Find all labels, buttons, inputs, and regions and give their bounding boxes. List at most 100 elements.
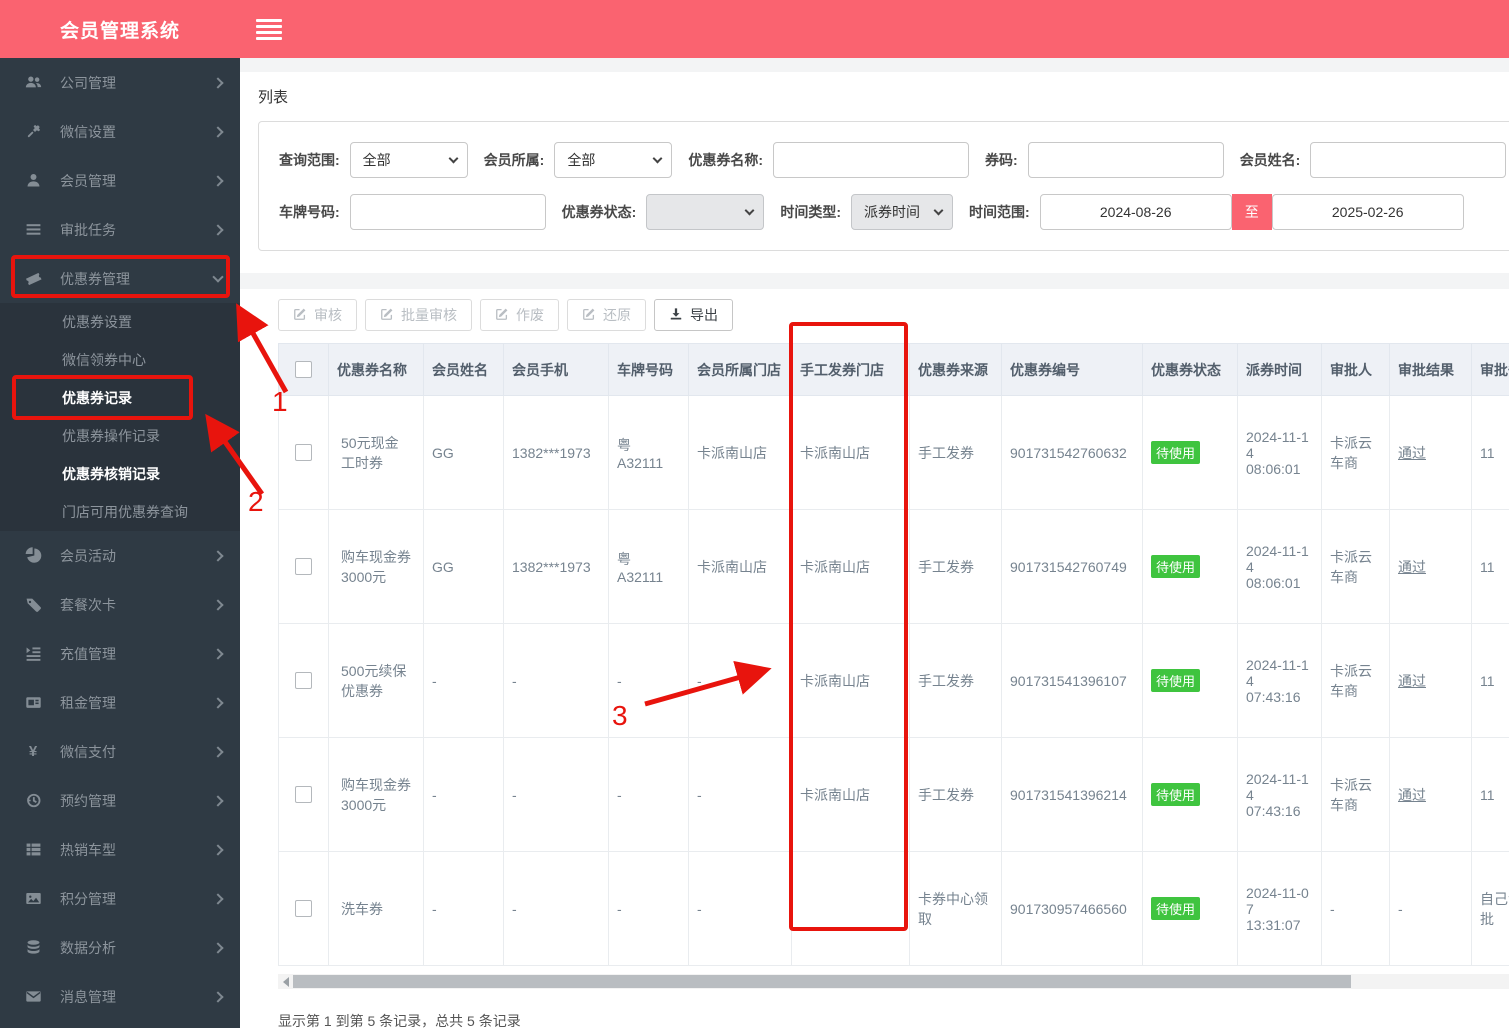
void-button[interactable]: 作废	[480, 299, 559, 331]
chevron-down-icon	[212, 270, 224, 283]
row-checkbox[interactable]	[295, 786, 312, 804]
cell-member-name: -	[423, 851, 504, 966]
cell-approver: 卡派云车商	[1321, 509, 1390, 624]
member-name-input[interactable]	[1310, 142, 1507, 178]
export-button[interactable]: 导出	[654, 299, 733, 331]
row-checkbox[interactable]	[295, 900, 312, 918]
sidebar-item-company[interactable]: 公司管理	[0, 58, 240, 107]
select-chevron-icon	[448, 153, 459, 164]
sidebar-item-label: 会员活动	[60, 547, 116, 564]
sidebar-item-recharge-mgmt[interactable]: 充值管理	[0, 629, 240, 678]
chevron-right-icon	[212, 696, 224, 709]
page-title: 列表	[258, 89, 289, 106]
filter-label-coupon-name: 优惠券名称:	[688, 152, 764, 168]
status-badge: 待使用	[1151, 669, 1201, 692]
col-approval-result: 审批结果	[1389, 343, 1472, 396]
cell-approver: 卡派云车商	[1321, 737, 1390, 852]
sidebar-item-label: 数据分析	[60, 939, 116, 956]
col-approval-remark: 审批备注	[1471, 343, 1509, 396]
sidebar-item-member-activity[interactable]: 会员活动	[0, 531, 240, 580]
coupon-name-input[interactable]	[773, 142, 970, 178]
batch-audit-button[interactable]: 批量审核	[365, 299, 472, 331]
sidebar-item-label: 微信支付	[60, 743, 116, 760]
restore-button[interactable]: 还原	[567, 299, 646, 331]
plate-number-input[interactable]	[349, 194, 546, 230]
sidebar-item-points-mgmt[interactable]: 积分管理	[0, 874, 240, 923]
sidebar-item-message-mgmt[interactable]: 消息管理	[0, 972, 240, 1021]
scroll-left-icon[interactable]	[283, 976, 289, 987]
chevron-right-icon	[212, 174, 224, 187]
sidebar-item-member-mgmt[interactable]: 会员管理	[0, 156, 240, 205]
sidebar-item-coupon-verification-records[interactable]: 优惠券核销记录	[0, 455, 240, 493]
horizontal-scrollbar[interactable]	[278, 974, 1509, 989]
status-badge: 待使用	[1151, 897, 1201, 920]
sidebar-item-label: 充值管理	[60, 645, 116, 662]
select-chevron-icon	[744, 205, 755, 216]
cell-plate: 粤 A32111	[608, 509, 689, 624]
date-to-button[interactable]: 至	[1231, 194, 1272, 230]
cell-member-store: -	[688, 623, 792, 738]
sidebar-item-wechat-settings[interactable]: 微信设置	[0, 107, 240, 156]
sidebar-item-data-analysis[interactable]: 数据分析	[0, 923, 240, 972]
sidebar-item-store-available-coupons[interactable]: 门店可用优惠券查询	[0, 493, 240, 531]
row-checkbox[interactable]	[295, 444, 312, 462]
download-icon	[669, 307, 683, 324]
table-row: 50元现金工时券 GG 1382***1973 粤 A32111 卡派南山店 卡…	[278, 395, 1509, 510]
member-of-select[interactable]: 全部	[554, 142, 673, 178]
row-checkbox[interactable]	[295, 558, 312, 576]
records-summary: 显示第 1 到第 5 条记录，总共 5 条记录	[278, 1013, 521, 1028]
cell-member-phone: 1382***1973	[503, 509, 609, 624]
audit-button[interactable]: 审核	[278, 299, 357, 331]
chevron-right-icon	[212, 76, 224, 89]
sidebar-item-wechat-pay[interactable]: ¥ 微信支付	[0, 727, 240, 776]
select-chevron-icon	[652, 153, 663, 164]
scrollbar-thumb[interactable]	[293, 975, 1351, 988]
cell-plate: 粤 A32111	[608, 395, 689, 510]
sidebar-item-coupon-settings[interactable]: 优惠券设置	[0, 303, 240, 341]
sidebar-item-coupon-records[interactable]: 优惠券记录	[0, 379, 240, 417]
cell-dispatch-time: 2024-11-07 13:31:07	[1237, 851, 1322, 966]
cell-approval-remark: 自己领取，无需审批	[1471, 851, 1509, 966]
yen-icon: ¥	[28, 743, 38, 760]
edit-icon	[495, 307, 509, 324]
row-checkbox[interactable]	[295, 672, 312, 690]
sidebar-item-package-cards[interactable]: 套餐次卡	[0, 580, 240, 629]
filter-label-plate: 车牌号码:	[279, 204, 340, 220]
chevron-right-icon	[212, 223, 224, 236]
sidebar-item-wechat-coupon-center[interactable]: 微信领券中心	[0, 341, 240, 379]
filter-card: 列表 查询范围: 全部 会员所属: 全部 优惠券名称: 券码: 会员姓名: 车牌…	[240, 72, 1509, 273]
sidebar-item-approval-tasks[interactable]: 审批任务	[0, 205, 240, 254]
query-scope-select[interactable]: 全部	[349, 142, 468, 178]
cell-approval-result: 通过	[1398, 672, 1426, 689]
table-row: 500元续保优惠券 - - - - 卡派南山店 手工发券 90173154139…	[278, 623, 1509, 738]
cell-member-name: -	[423, 737, 504, 852]
chevron-right-icon	[212, 745, 224, 758]
coupon-code-input[interactable]	[1027, 142, 1224, 178]
database-icon	[22, 939, 44, 956]
col-member-phone: 会员手机	[503, 343, 609, 396]
cell-plate: -	[608, 851, 689, 966]
cell-plate: -	[608, 623, 689, 738]
status-badge: 待使用	[1151, 555, 1201, 578]
start-date-input[interactable]: 2024-08-26	[1039, 194, 1232, 230]
sidebar-item-label: 积分管理	[60, 890, 116, 907]
sidebar-item-coupon-mgmt[interactable]: 优惠券管理	[0, 254, 240, 303]
sidebar-item-coupon-operation-records[interactable]: 优惠券操作记录	[0, 417, 240, 455]
chevron-right-icon	[212, 125, 224, 138]
table-card: 审核 批量审核 作废 还原 导出 优惠券名称 会员姓名 会员手机 车牌号码 会员…	[240, 289, 1509, 1028]
coupon-status-select[interactable]	[646, 194, 765, 230]
cell-coupon-name: 购车现金券3000元	[328, 737, 424, 852]
sidebar-item-hot-models[interactable]: 热销车型	[0, 825, 240, 874]
cell-approval-result: 通过	[1398, 558, 1426, 575]
user-icon	[22, 172, 44, 189]
cell-manual-store: 卡派南山店	[791, 395, 910, 510]
sidebar-item-rent-mgmt[interactable]: 租金管理	[0, 678, 240, 727]
sidebar-item-reservation-mgmt[interactable]: 预约管理	[0, 776, 240, 825]
end-date-input[interactable]: 2025-02-26	[1271, 194, 1464, 230]
cell-manual-store	[791, 851, 910, 966]
time-type-select[interactable]: 派券时间	[851, 194, 954, 230]
cell-manual-store: 卡派南山店	[791, 623, 910, 738]
select-all-checkbox[interactable]	[295, 361, 312, 379]
sidebar-toggle-icon[interactable]	[256, 16, 282, 43]
col-code: 优惠券编号	[1001, 343, 1143, 396]
